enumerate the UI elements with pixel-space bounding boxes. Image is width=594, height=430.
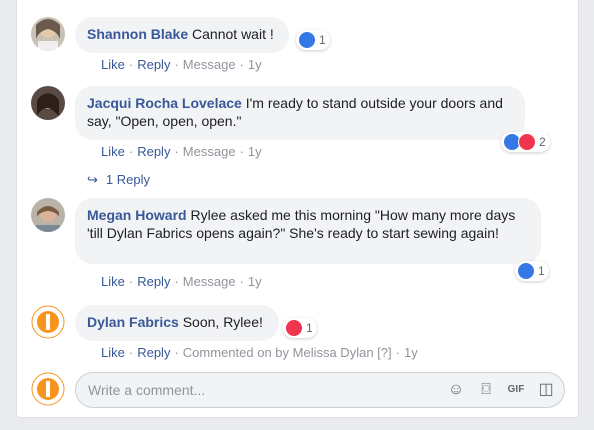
reply-link[interactable]: Reply	[137, 274, 170, 289]
comment-bubble: Megan Howard Rylee asked me this morning…	[75, 198, 541, 264]
timestamp[interactable]: 1y	[404, 345, 418, 360]
comment-author[interactable]: Dylan Fabrics	[87, 314, 179, 330]
avatar[interactable]	[31, 17, 65, 51]
comment-text: Cannot wait !	[192, 26, 274, 42]
like-reaction-icon	[298, 31, 316, 49]
like-link[interactable]: Like	[101, 345, 125, 360]
reaction-summary[interactable]: 1	[296, 30, 330, 50]
comment-composer[interactable]: ☺ ⌼ GIF ◫	[75, 372, 565, 408]
reaction-count: 2	[539, 135, 546, 149]
emoji-icon[interactable]: ☺	[446, 380, 466, 400]
avatar-photo	[31, 86, 65, 120]
dylan-fabrics-logo-icon	[31, 305, 65, 339]
comment-bubble: Dylan Fabrics Soon, Rylee!	[75, 305, 279, 341]
timestamp[interactable]: 1y	[248, 57, 262, 72]
commented-on-label[interactable]: Commented on by Melissa Dylan	[183, 345, 374, 360]
reaction-summary[interactable]: 1	[283, 318, 317, 338]
message-link[interactable]: Message	[183, 144, 236, 159]
message-link[interactable]: Message	[183, 57, 236, 72]
reply-link[interactable]: Reply	[137, 57, 170, 72]
avatar	[31, 372, 65, 406]
avatar-photo	[31, 198, 65, 232]
reply-link[interactable]: Reply	[137, 144, 170, 159]
love-reaction-icon	[285, 319, 303, 337]
avatar[interactable]	[31, 198, 65, 232]
help-link[interactable]: [?]	[377, 345, 391, 360]
comment-actions: Like · Reply · Message · 1y	[101, 144, 262, 159]
comment-bubble: Jacqui Rocha Lovelace I'm ready to stand…	[75, 86, 525, 140]
reaction-summary[interactable]: 2	[501, 132, 550, 152]
gif-icon[interactable]: GIF	[506, 380, 526, 400]
like-link[interactable]: Like	[101, 144, 125, 159]
reply-arrow-icon: ↪	[87, 172, 98, 187]
comment-actions: Like · Reply · Message · 1y	[101, 274, 262, 289]
comment-author[interactable]: Shannon Blake	[87, 26, 188, 42]
comment-input[interactable]	[86, 381, 430, 399]
like-reaction-icon	[517, 262, 535, 280]
avatar-photo	[31, 17, 65, 51]
comment-author[interactable]: Jacqui Rocha Lovelace	[87, 95, 242, 111]
reaction-count: 1	[319, 33, 326, 47]
reaction-count: 1	[538, 264, 545, 278]
comment-actions: Like · Reply · Commented on by Melissa Dylan…	[101, 345, 418, 360]
composer-icons: ☺ ⌼ GIF ◫	[446, 380, 556, 400]
comment-bubble: Shannon Blake Cannot wait !	[75, 17, 289, 53]
replies-count: 1 Reply	[105, 172, 150, 187]
like-link[interactable]: Like	[101, 57, 125, 72]
reaction-count: 1	[306, 321, 313, 335]
reaction-summary[interactable]: 1	[515, 261, 549, 281]
sticker-icon[interactable]: ◫	[536, 380, 556, 400]
comment-text: Soon, Rylee!	[182, 314, 263, 330]
message-link[interactable]: Message	[183, 274, 236, 289]
like-link[interactable]: Like	[101, 274, 125, 289]
avatar[interactable]	[31, 305, 65, 339]
view-replies-link[interactable]: ↪ 1 Reply	[87, 172, 150, 188]
comments-panel: Shannon Blake Cannot wait ! 1 Like · Reply…	[16, 0, 579, 418]
avatar[interactable]	[31, 86, 65, 120]
reply-link[interactable]: Reply	[137, 345, 170, 360]
love-reaction-icon	[518, 133, 536, 151]
comment-author[interactable]: Megan Howard	[87, 207, 187, 223]
camera-icon[interactable]: ⌼	[476, 380, 496, 400]
comment-actions: Like · Reply · Message · 1y	[101, 57, 262, 72]
timestamp[interactable]: 1y	[248, 144, 262, 159]
timestamp[interactable]: 1y	[248, 274, 262, 289]
dylan-fabrics-logo-icon	[31, 372, 65, 406]
